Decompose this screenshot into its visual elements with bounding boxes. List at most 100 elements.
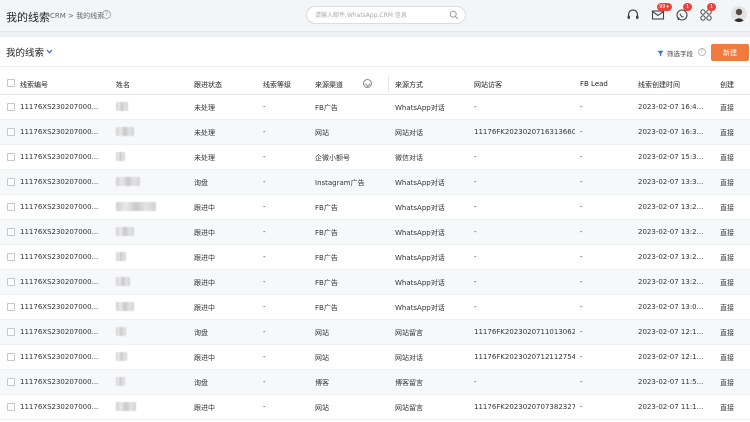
table-row[interactable]: 11176XS230207000... 跟进中 - 网站 网站对话 11176FK2023… <box>0 345 750 370</box>
leads-panel: 我的线索 筛选字段 ? 新建 线索编号 姓名 跟进状态 线索等级 来源渠道 来源… <box>0 37 750 422</box>
filter-help-icon[interactable]: ? <box>698 48 706 56</box>
cell-id[interactable]: 11176XS230207000... <box>20 128 112 136</box>
cell-visitor: - <box>474 103 477 111</box>
table-row[interactable]: 11176XS230207000... 跟进中 - FB广告 WhatsApp对话 - - 2… <box>0 220 750 245</box>
col-lead-id[interactable]: 线索编号 <box>20 80 48 90</box>
cell-channel: FB广告 <box>315 104 338 112</box>
col-created-time[interactable]: 线索创建时间 <box>638 80 680 90</box>
table-row[interactable]: 11176XS230207000... 跟进中 - FB广告 WhatsApp对话 - - 2… <box>0 195 750 220</box>
chevron-down-icon[interactable] <box>46 48 53 55</box>
col-visitor[interactable]: 网站访客 <box>474 80 502 90</box>
new-lead-button[interactable]: 新建 <box>711 44 749 61</box>
cell-by: 直接 <box>720 379 734 387</box>
cell-level: - <box>263 153 266 161</box>
col-creator[interactable]: 创建 <box>720 80 734 90</box>
global-search[interactable] <box>306 6 466 24</box>
col-status[interactable]: 跟进状态 <box>194 80 222 90</box>
table-row[interactable]: 11176XS230207000... 跟进中 - 网站 网站留言 11176FK2023… <box>0 395 750 420</box>
filter-fields-button[interactable]: 筛选字段 <box>657 47 693 59</box>
cell-channel: 网站 <box>315 129 329 137</box>
apps-badge: 1 <box>707 3 716 11</box>
name-redacted <box>116 302 134 311</box>
select-all-checkbox[interactable] <box>7 79 15 87</box>
cell-id[interactable]: 11176XS230207000... <box>20 103 112 111</box>
funnel-icon <box>657 50 664 56</box>
col-name[interactable]: 姓名 <box>116 80 130 90</box>
col-level[interactable]: 线索等级 <box>263 80 291 90</box>
search-icon[interactable] <box>449 10 459 20</box>
row-checkbox[interactable] <box>7 303 15 311</box>
table-row[interactable]: 11176XS230207000... 询盘 - Instagram广告 WhatsAp… <box>0 170 750 195</box>
cell-by: 直接 <box>720 279 734 287</box>
cell-visitor: - <box>474 153 477 161</box>
cell-id[interactable]: 11176XS230207000... <box>20 403 112 411</box>
filter-circle-icon[interactable] <box>363 79 372 88</box>
cell-id[interactable]: 11176XS230207000... <box>20 203 112 211</box>
name-redacted <box>116 152 125 161</box>
cell-fb: - <box>580 278 583 286</box>
cell-visitor: - <box>474 228 477 236</box>
col-channel[interactable]: 来源渠道 <box>315 80 343 90</box>
cell-id[interactable]: 11176XS230207000... <box>20 328 112 336</box>
row-checkbox[interactable] <box>7 153 15 161</box>
row-checkbox[interactable] <box>7 378 15 386</box>
avatar[interactable] <box>731 6 747 22</box>
cell-id[interactable]: 11176XS230207000... <box>20 303 112 311</box>
cell-id[interactable]: 11176XS230207000... <box>20 378 112 386</box>
table-row[interactable]: 11176XS230207000... 未处理 - 企微小额号 微信对话 - - 2023-0… <box>0 145 750 170</box>
cell-visitor: 11176FK20230207121127542 <box>474 353 575 361</box>
headset-icon[interactable] <box>626 8 640 22</box>
cell-id[interactable]: 11176XS230207000... <box>20 178 112 186</box>
mail-button[interactable]: 99+ <box>651 3 672 22</box>
row-checkbox[interactable] <box>7 178 15 186</box>
cell-id[interactable]: 11176XS230207000... <box>20 353 112 361</box>
row-checkbox[interactable] <box>7 203 15 211</box>
cell-status: 询盘 <box>194 179 208 187</box>
cell-id[interactable]: 11176XS230207000... <box>20 278 112 286</box>
column-divider[interactable] <box>388 75 389 93</box>
cell-created: 2023-02-07 16:4... <box>638 103 704 111</box>
row-checkbox[interactable] <box>7 328 15 336</box>
table-row[interactable]: 11176XS230207000... 未处理 - FB广告 WhatsApp对话 - - 2… <box>0 95 750 120</box>
table-row[interactable]: 11176XS230207000... 询盘 - 网站 网站留言 11176FK20230… <box>0 320 750 345</box>
row-checkbox[interactable] <box>7 128 15 136</box>
name-redacted <box>116 202 156 211</box>
view-title[interactable]: 我的线索 <box>6 45 44 59</box>
row-checkbox[interactable] <box>7 103 15 111</box>
col-fb-lead[interactable]: FB Lead <box>580 80 608 88</box>
cell-level: - <box>263 228 266 236</box>
row-checkbox[interactable] <box>7 278 15 286</box>
help-icon[interactable]: ? <box>102 10 111 19</box>
cell-channel: 博客 <box>315 379 329 387</box>
cell-status: 跟进中 <box>194 304 215 312</box>
cell-fb: - <box>580 128 583 136</box>
cell-by: 直接 <box>720 329 734 337</box>
cell-visitor: - <box>474 278 477 286</box>
cell-id[interactable]: 11176XS230207000... <box>20 153 112 161</box>
row-checkbox[interactable] <box>7 253 15 261</box>
cell-level: - <box>263 303 266 311</box>
table-row[interactable]: 11176XS230207000... 跟进中 - FB广告 WhatsApp对话 - - 2… <box>0 245 750 270</box>
cell-channel: FB广告 <box>315 279 338 287</box>
cell-by: 直接 <box>720 129 734 137</box>
table-row[interactable]: 11176XS230207000... 跟进中 - FB广告 WhatsApp对话 - - 2… <box>0 270 750 295</box>
cell-by: 直接 <box>720 304 734 312</box>
name-redacted <box>116 327 126 336</box>
cell-status: 未处理 <box>194 129 215 137</box>
table-row[interactable]: 11176XS230207000... 未处理 - 网站 网站对话 11176FK2023… <box>0 120 750 145</box>
table-row[interactable]: 11176XS230207000... 询盘 - 博客 博客留言 - - 2023-02-07… <box>0 370 750 395</box>
row-checkbox[interactable] <box>7 403 15 411</box>
cell-method: 网站留言 <box>395 404 423 412</box>
cell-id[interactable]: 11176XS230207000... <box>20 253 112 261</box>
cell-id[interactable]: 11176XS230207000... <box>20 228 112 236</box>
search-input[interactable] <box>315 9 445 22</box>
apps-button[interactable]: 1 <box>699 3 716 22</box>
cell-level: - <box>263 103 266 111</box>
row-checkbox[interactable] <box>7 353 15 361</box>
row-checkbox[interactable] <box>7 228 15 236</box>
whatsapp-button[interactable]: 1 <box>675 3 692 22</box>
col-method[interactable]: 来源方式 <box>395 80 423 90</box>
breadcrumb[interactable]: CRM > 我的线索 <box>50 11 104 21</box>
cell-method: 博客留言 <box>395 379 423 387</box>
table-row[interactable]: 11176XS230207000... 跟进中 - FB广告 WhatsApp对话 - - 2… <box>0 295 750 320</box>
